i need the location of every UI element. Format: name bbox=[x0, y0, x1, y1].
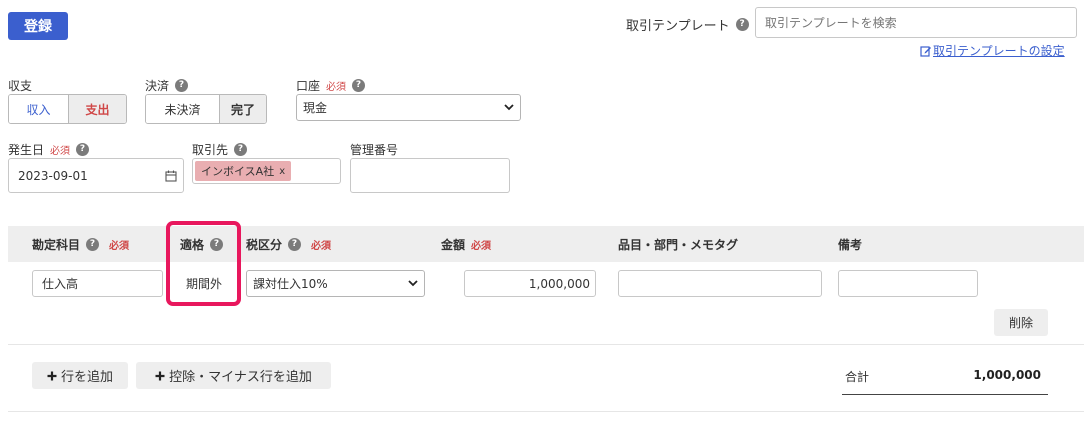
qualified-value: 期間外 bbox=[186, 277, 223, 291]
add-row-button[interactable]: 行を追加 bbox=[32, 362, 128, 389]
calendar-icon[interactable] bbox=[165, 170, 177, 182]
col-header-account-item: 勘定科目 ? 必須 bbox=[32, 237, 130, 252]
account-item-input[interactable]: 仕入高 bbox=[32, 270, 163, 297]
ref-number-input[interactable] bbox=[350, 158, 510, 193]
required-badge: 必須 bbox=[50, 146, 71, 157]
total-underline bbox=[842, 394, 1048, 395]
date-label: 発生日 必須 ? bbox=[8, 141, 90, 158]
tax-class-select[interactable]: 課対仕入10% bbox=[246, 270, 425, 297]
account-select[interactable]: 現金 bbox=[296, 94, 521, 121]
delete-row-button[interactable]: 削除 bbox=[994, 309, 1048, 336]
required-badge: 必須 bbox=[109, 240, 130, 252]
template-search-input[interactable] bbox=[755, 7, 1077, 38]
partner-label: 取引先 ? bbox=[192, 141, 248, 158]
expense-option[interactable]: 支出 bbox=[68, 95, 126, 123]
notes-input[interactable] bbox=[838, 270, 978, 297]
total-label: 合計 bbox=[845, 370, 870, 384]
edit-icon bbox=[920, 45, 931, 57]
template-label: 取引テンプレート bbox=[626, 18, 730, 34]
required-badge: 必須 bbox=[311, 240, 332, 252]
income-expense-label: 収支 bbox=[8, 79, 33, 93]
partner-tag: インボイスA社 x bbox=[195, 161, 292, 181]
item-tags-input[interactable] bbox=[618, 270, 822, 297]
help-icon[interactable]: ? bbox=[352, 79, 366, 92]
unsettled-option[interactable]: 未決済 bbox=[146, 95, 219, 123]
table-header bbox=[8, 226, 1084, 262]
plus-icon bbox=[155, 371, 165, 380]
col-header-notes: 備考 bbox=[838, 237, 863, 252]
settlement-toggle[interactable]: 未決済 完了 bbox=[145, 94, 267, 124]
template-label-group: 取引テンプレート ? bbox=[626, 14, 749, 34]
chevron-down-icon bbox=[504, 104, 514, 111]
help-icon[interactable]: ? bbox=[175, 79, 189, 92]
ref-number-label: 管理番号 bbox=[350, 143, 399, 157]
register-button[interactable]: 登録 bbox=[8, 12, 68, 40]
divider bbox=[8, 344, 1084, 345]
income-option[interactable]: 収入 bbox=[9, 95, 68, 123]
help-icon[interactable]: ? bbox=[234, 143, 248, 156]
account-label: 口座 必須 ? bbox=[296, 77, 366, 94]
help-icon[interactable]: ? bbox=[210, 237, 224, 251]
add-deduction-row-button[interactable]: 控除・マイナス行を追加 bbox=[136, 362, 331, 389]
help-icon[interactable]: ? bbox=[86, 237, 100, 251]
required-badge: 必須 bbox=[471, 240, 492, 252]
amount-input[interactable]: 1,000,000 bbox=[464, 270, 596, 297]
partner-input[interactable]: インボイスA社 x bbox=[192, 158, 341, 184]
divider bbox=[8, 411, 1084, 412]
col-header-amount: 金額 必須 bbox=[441, 237, 492, 252]
total-value: 1,000,000 bbox=[973, 368, 1041, 382]
help-icon[interactable]: ? bbox=[76, 143, 90, 156]
help-icon[interactable]: ? bbox=[288, 237, 302, 251]
help-icon[interactable]: ? bbox=[735, 17, 749, 31]
tag-remove-icon[interactable]: x bbox=[279, 166, 285, 177]
required-badge: 必須 bbox=[326, 82, 347, 93]
income-expense-toggle[interactable]: 収入 支出 bbox=[8, 94, 127, 124]
settled-option[interactable]: 完了 bbox=[219, 95, 266, 123]
template-settings-link[interactable]: 取引テンプレートの設定 bbox=[920, 42, 1065, 59]
date-input[interactable]: 2023-09-01 bbox=[8, 158, 184, 193]
plus-icon bbox=[47, 371, 57, 380]
col-header-tax-class: 税区分 ? 必須 bbox=[246, 237, 332, 252]
chevron-down-icon bbox=[408, 280, 418, 287]
settlement-label: 決済 ? bbox=[145, 77, 189, 94]
col-header-qualified: 適格 ? bbox=[180, 226, 224, 262]
col-header-item-tags: 品目・部門・メモタグ bbox=[618, 237, 739, 252]
